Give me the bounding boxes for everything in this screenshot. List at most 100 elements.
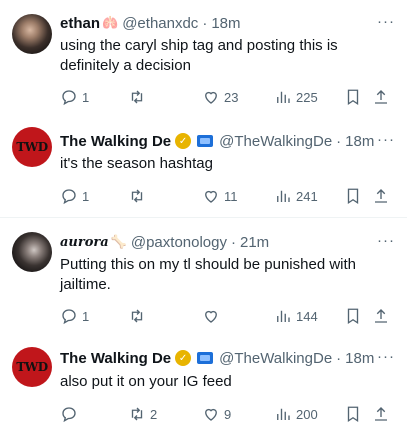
bookmark-icon [347,188,359,205]
views-count: 225 [296,89,318,105]
timestamp[interactable]: 21m [240,234,269,251]
display-name[interactable]: aurora [60,235,109,250]
action-bar: 1 144 [60,307,395,327]
affiliate-icon [197,135,214,147]
retweet-count: 2 [150,406,158,422]
bookmark-icon [347,308,359,325]
reply-count: 1 [82,308,90,324]
tweet-twd-2[interactable]: TWD The Walking De ✓ @TheWalkingDe · 18m… [0,339,407,431]
more-options-icon[interactable]: ··· [377,348,395,365]
more-options-icon[interactable]: ··· [377,131,395,148]
like-count: 11 [224,188,238,204]
bookmark-icon [347,406,359,423]
action-bar: 1 23 225 [60,88,395,108]
heart-icon [205,310,217,323]
avatar-text: TWD [16,140,48,154]
reply-button[interactable] [60,405,82,423]
separator-dot: · [230,233,236,251]
heart-icon [205,190,217,203]
avatar[interactable] [12,14,52,54]
reply-icon [62,407,76,423]
views-icon [277,310,290,322]
tweet-header: The Walking De ✓ @TheWalkingDe · 18m [60,348,374,368]
retweet-button[interactable]: 2 [128,405,157,423]
views-button[interactable]: 241 [274,187,318,205]
action-bar: 2 9 200 [60,405,395,425]
like-button[interactable]: 23 [202,88,238,106]
avatar[interactable]: TWD [12,347,52,387]
bookmark-button[interactable] [344,88,362,106]
reply-icon [62,189,76,205]
display-name[interactable]: The Walking De [60,133,171,150]
avatar-text: TWD [16,360,48,374]
bookmark-button[interactable] [344,405,362,423]
reply-count: 1 [82,188,90,204]
tweet-aurora[interactable]: aurora 🦴 @paxtonology · 21m ··· Putting … [0,228,407,328]
reply-count: 1 [82,89,90,105]
tweet-text: also put it on your IG feed [60,373,232,390]
share-icon [375,189,387,203]
share-button[interactable] [372,405,390,423]
handle[interactable]: @ethanxdc [122,15,198,32]
display-name[interactable]: ethan [60,15,100,32]
reply-button[interactable]: 1 [60,88,89,106]
views-button[interactable]: 144 [274,307,318,325]
share-button[interactable] [372,187,390,205]
retweet-icon [131,189,143,203]
more-options-icon[interactable]: ··· [377,13,395,30]
bookmark-icon [347,89,359,106]
share-icon [375,90,387,104]
verified-badge-icon: ✓ [175,133,192,149]
tweet-twd[interactable]: TWD The Walking De ✓ @TheWalkingDe · 18m… [0,121,407,211]
like-button[interactable]: 11 [202,187,238,205]
handle[interactable]: @TheWalkingDe [219,350,332,367]
action-bar: 1 11 241 [60,187,395,207]
views-icon [277,190,290,202]
reply-button[interactable]: 1 [60,307,89,325]
like-button[interactable]: 9 [202,405,231,423]
tweet-header: The Walking De ✓ @TheWalkingDe · 18m [60,131,374,151]
views-button[interactable]: 200 [274,405,318,423]
reply-button[interactable]: 1 [60,187,89,205]
retweet-button[interactable] [128,187,150,205]
like-count: 23 [224,89,239,105]
separator-dot: · [336,132,342,150]
retweet-button[interactable] [128,307,150,325]
retweet-icon [131,309,143,323]
more-options-icon[interactable]: ··· [377,232,395,249]
timestamp[interactable]: 18m [211,15,240,32]
views-icon [277,91,290,103]
reply-icon [62,90,76,106]
separator-dot: · [336,349,342,367]
heart-icon [205,408,217,421]
share-icon [375,407,387,421]
avatar[interactable] [12,232,52,272]
share-button[interactable] [372,88,390,106]
timestamp[interactable]: 18m [345,133,374,150]
views-count: 200 [296,406,318,422]
handle[interactable]: @paxtonology [131,234,227,251]
views-button[interactable]: 225 [274,88,318,106]
bookmark-button[interactable] [344,187,362,205]
tweet-text: Putting this on my tl should be punished… [60,256,357,293]
affiliate-icon [197,352,214,364]
tweet-header: ethan 🫁 @ethanxdc · 18m [60,13,241,33]
emoji-icon: 🦴 [110,234,127,249]
separator-dot: · [202,14,208,32]
handle[interactable]: @TheWalkingDe [219,133,332,150]
bookmark-button[interactable] [344,307,362,325]
retweet-icon [131,407,143,421]
views-count: 144 [296,308,318,324]
tweet-ethan[interactable]: ethan 🫁 @ethanxdc · 18m ··· using the ca… [0,10,407,110]
timestamp[interactable]: 18m [345,350,374,367]
retweet-button[interactable] [128,88,150,106]
verified-badge-icon: ✓ [175,350,192,366]
share-button[interactable] [372,307,390,325]
tweet-text: using the caryl ship tag and posting thi… [60,37,338,74]
avatar[interactable]: TWD [12,127,52,167]
display-name[interactable]: The Walking De [60,350,171,367]
like-button[interactable] [202,307,224,325]
views-count: 241 [296,188,318,204]
tweet-text: it's the season hashtag [60,155,213,172]
reply-feed: ethan 🫁 @ethanxdc · 18m ··· using the ca… [0,0,407,434]
